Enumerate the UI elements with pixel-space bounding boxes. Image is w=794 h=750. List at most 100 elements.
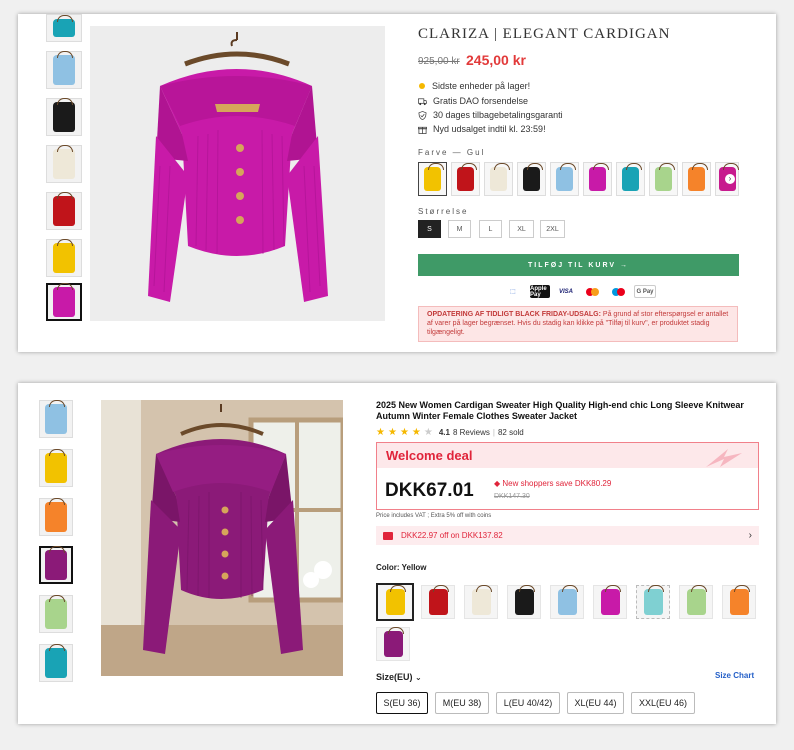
thumbnail-lightblue[interactable] [46,51,82,89]
gift-icon [418,126,427,134]
perk-shipping: Gratis DAO forsendelse [418,96,528,106]
size-button-m[interactable]: M(EU 38) [435,692,489,714]
size-button-l[interactable]: L [479,220,502,238]
swatch-orange[interactable] [722,585,756,619]
color-label: Farve — Gul [418,148,486,157]
swatch-magenta[interactable] [593,585,627,619]
perk-text: Nyd udsalget indtil kl. 23:59! [433,124,546,134]
product-page-clariza: CLARIZA | ELEGANT CARDIGAN 925,00 kr 245… [18,14,776,352]
thumbnail-yellow[interactable] [46,239,82,277]
star-icon: ★ [387,427,397,438]
payment-generic-icon: ⬚ [510,289,516,295]
swatch-red[interactable] [421,585,455,619]
swatch-lightblue[interactable] [550,162,579,196]
reviews-link[interactable]: 8 Reviews [453,428,490,437]
thumbnail-cream[interactable] [46,145,82,183]
swatch-magenta[interactable] [583,162,612,196]
swatch-cream[interactable] [464,585,498,619]
size-button-l[interactable]: L(EU 40/42) [496,692,560,714]
swatch-orange[interactable] [682,162,711,196]
swatch-yellow[interactable] [418,162,447,196]
swatch-green[interactable] [649,162,678,196]
perk-text: 30 dages tilbagebetalingsgaranti [433,110,563,120]
swatch-teal[interactable] [616,162,645,196]
thumbnail-teal[interactable] [39,644,73,682]
swatch-cream[interactable] [484,162,513,196]
shopper-savings: ◆ New shoppers save DKK80.29 [494,479,611,488]
perk-stock: Sidste enheder på lager! [418,81,530,91]
size-label: Størrelse [418,207,469,216]
thumbnail-plum[interactable] [39,546,73,584]
product-title: 2025 New Women Cardigan Sweater High Qua… [376,400,744,421]
size-button-s[interactable]: S [418,220,441,238]
notice-heading: OPDATERING AF TIDLIGT BLACK FRIDAY-UDSAL… [427,311,601,318]
black-friday-notice: OPDATERING AF TIDLIGT BLACK FRIDAY-UDSAL… [418,306,738,342]
color-label: Color: Yellow [376,563,427,572]
thumbnail-orange[interactable] [39,498,73,536]
deal-decoration-icon [706,449,742,467]
size-button-xxl[interactable]: XXL(EU 46) [631,692,695,714]
shield-check-icon [418,110,427,120]
perk-text: Gratis DAO forsendelse [433,96,529,106]
coupon-icon [383,531,393,540]
thumbnail-magenta[interactable] [46,283,82,321]
swatch-green[interactable] [679,585,713,619]
swatch-black[interactable] [517,162,546,196]
product-title: CLARIZA | ELEGANT CARDIGAN [418,26,671,42]
welcome-deal-box: Welcome deal DKK67.01 ◆ New shoppers sav… [376,442,759,510]
swatch-red[interactable] [451,162,480,196]
product-main-image [101,400,343,676]
size-label: Size(EU) ⌄ [376,672,422,682]
rating-value: 4.1 [438,428,450,437]
old-price: 925,00 kr [418,56,460,67]
perk-text: Sidste enheder på lager! [432,81,531,91]
rating-row: ★ ★ ★ ★ ★ 4.1 8 Reviews | 82 sold [376,427,524,438]
coupon-bar[interactable]: DKK22.97 off on DKK137.82 › [376,526,759,545]
star-empty-icon: ★ [423,427,433,438]
chevron-right-icon[interactable]: › [725,174,735,184]
size-button-xl[interactable]: XL [509,220,534,238]
cardigan-illustration [101,400,343,676]
cardigan-illustration [148,32,328,302]
deal-title: Welcome deal [377,443,758,468]
visa-icon: VISA [558,288,573,295]
swatch-teal[interactable] [636,585,670,619]
perk-sale: Nyd udsalget indtil kl. 23:59! [418,124,546,134]
size-chart-link[interactable]: Size Chart [715,671,754,680]
swatch-black[interactable] [507,585,541,619]
perk-guarantee: 30 dages tilbagebetalingsgaranti [418,110,563,120]
thumbnail-black[interactable] [46,98,82,136]
product-main-image [90,26,385,321]
divider: | [492,428,495,437]
star-icon: ★ [411,427,421,438]
chevron-right-icon: › [748,530,752,541]
size-button-m[interactable]: M [448,220,471,238]
sale-price: 245,00 kr [466,52,526,68]
dot-icon [419,83,425,89]
thumbnail-teal[interactable] [46,14,82,42]
original-price: DKK147.30 [494,493,530,500]
chevron-down-icon[interactable]: ⌄ [415,673,422,682]
product-page-marketplace: 2025 New Women Cardigan Sweater High Qua… [18,383,776,724]
swatch-lightblue[interactable] [550,585,584,619]
thumbnail-green[interactable] [39,595,73,633]
thumbnail-red[interactable] [46,192,82,230]
savings-text: New shoppers save DKK80.29 [502,479,612,488]
size-button-s[interactable]: S(EU 36) [376,692,428,714]
swatch-yellow[interactable] [376,583,414,621]
mastercard-icon [582,285,602,298]
size-label-text: Size(EU) [376,672,413,682]
swatch-plum[interactable] [376,627,410,661]
size-button-2xl[interactable]: 2XL [540,220,565,238]
thumbnail-yellow[interactable] [39,449,73,487]
size-button-xl[interactable]: XL(EU 44) [567,692,624,714]
truck-icon [418,97,427,105]
coupon-text: DKK22.97 off on DKK137.82 [401,531,503,540]
vat-note: Price includes VAT ; Extra 5% off with c… [376,513,492,519]
star-icon: ★ [399,427,409,438]
thumbnail-lightblue[interactable] [39,400,73,438]
sold-count: 82 sold [497,428,524,437]
swatch-pink[interactable]: › [715,162,739,196]
add-to-cart-button[interactable]: TILFØJ TIL KURV → [418,254,739,276]
google-pay-icon: G Pay [634,285,656,298]
